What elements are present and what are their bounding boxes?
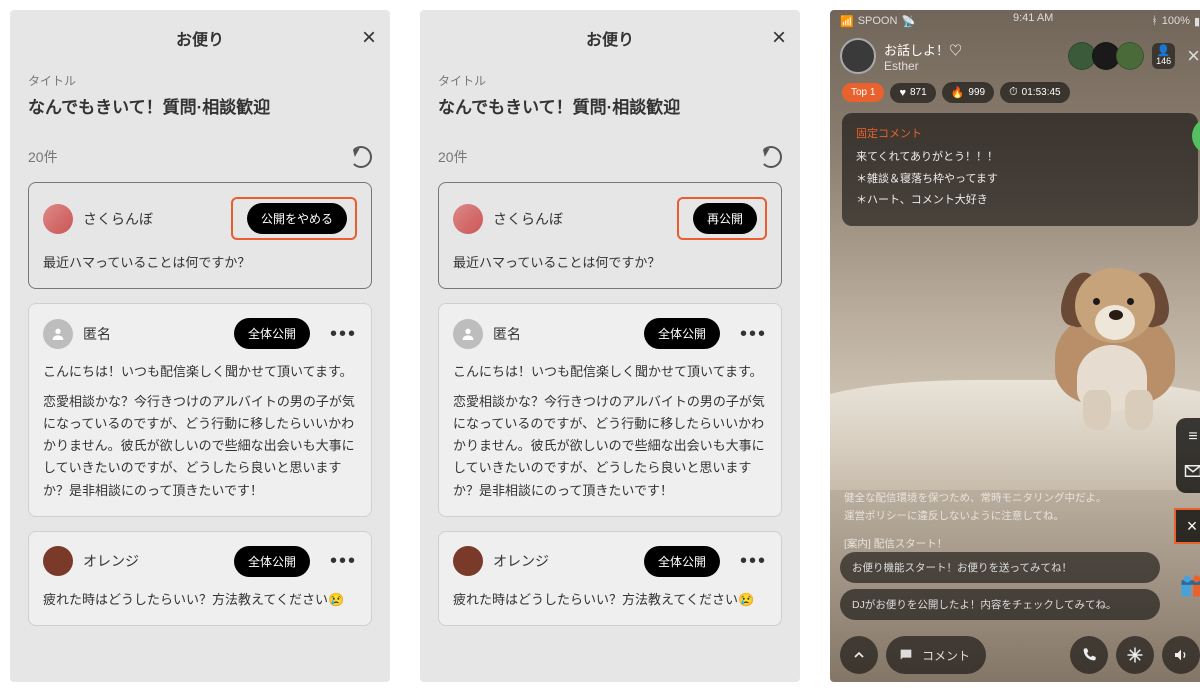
dj-name: Esther: [884, 59, 1064, 73]
sender-name: 匿名: [493, 324, 634, 344]
publish-all-button[interactable]: 全体公開: [644, 546, 720, 577]
republish-button[interactable]: 再公開: [693, 203, 757, 234]
call-button[interactable]: [1070, 636, 1108, 674]
live-stats-row: Top 1 ♥ 871 🔥 999 ⏱ 01:53:45: [830, 82, 1200, 103]
letter-card: さくらんぼ 再公開 最近ハマっていることは何ですか？: [438, 182, 782, 289]
dj-avatar[interactable]: [840, 38, 876, 74]
side-menu: ≡: [1176, 418, 1200, 493]
status-time: 9:41 AM: [1013, 12, 1053, 30]
background-image: [830, 240, 1200, 490]
more-icon[interactable]: •••: [740, 551, 767, 571]
letter-body: こんにちは！いつも配信楽しく聞かせて頂いてます。 恋愛相談かな？今行きつけのアル…: [453, 361, 767, 502]
pinned-comment-box[interactable]: 固定コメント 来てくれてありがとう！！！ ＊雑談＆寝落ち枠やってます ＊ハート、…: [842, 113, 1198, 226]
gift-icon[interactable]: [1178, 572, 1200, 600]
chat-area: お便り機能スタート！お便りを送ってみてね！ DJがお便りを公開したよ！内容をチェ…: [840, 552, 1160, 620]
letters-header: お便り ×: [10, 10, 390, 66]
header-title: お便り: [586, 26, 634, 50]
letters-topic: なんでもきいて！質問·相談歓迎: [438, 93, 782, 118]
more-icon[interactable]: •••: [330, 551, 357, 571]
refresh-icon[interactable]: [760, 146, 782, 168]
listener-avatars[interactable]: [1072, 42, 1144, 70]
battery-pct: 100%: [1162, 15, 1190, 27]
letters-topic: なんでもきいて！質問·相談歓迎: [28, 93, 372, 118]
rank-badge[interactable]: Top 1: [842, 83, 884, 102]
letter-card: 匿名 全体公開 ••• こんにちは！いつも配信楽しく聞かせて頂いてます。 恋愛相…: [438, 303, 782, 517]
avatar: [453, 204, 483, 234]
comment-input[interactable]: コメント: [886, 636, 986, 674]
screen-letters-unpublish: お便り × タイトル なんでもきいて！質問·相談歓迎 20件 さくらんぼ 公開を…: [10, 10, 390, 682]
bluetooth-icon: ᚼ: [1151, 15, 1158, 27]
letter-body: 疲れた時はどうしたらいい？方法教えてください😢: [43, 589, 357, 611]
wifi-icon: 📡: [901, 15, 915, 28]
close-icon[interactable]: ×: [772, 26, 786, 50]
more-icon[interactable]: •••: [330, 324, 357, 344]
carrier-name: SPOON: [858, 15, 898, 27]
live-title: お話しよ！♡: [884, 40, 1064, 59]
duration-badge: ⏱ 01:53:45: [1000, 82, 1070, 103]
sender-name: オレンジ: [493, 551, 634, 571]
letter-body: 最近ハマっていることは何ですか？: [453, 252, 767, 274]
letters-count: 20件: [438, 147, 468, 167]
status-bar: 📶 SPOON 📡 9:41 AM ᚼ 100% ▮: [830, 10, 1200, 30]
close-side-button[interactable]: ×: [1174, 508, 1200, 544]
letter-card: さくらんぼ 公開をやめる 最近ハマっていることは何ですか？: [28, 182, 372, 289]
listener-count-badge[interactable]: 👤 146: [1152, 43, 1175, 69]
fire-badge[interactable]: 🔥 999: [942, 82, 994, 103]
letter-body: こんにちは！いつも配信楽しく聞かせて頂いてます。 恋愛相談かな？今行きつけのアル…: [43, 361, 357, 502]
heart-icon: ♥: [899, 87, 906, 99]
sender-name: さくらんぼ: [83, 209, 221, 229]
highlighted-action: 公開をやめる: [231, 197, 357, 240]
sender-name: 匿名: [83, 324, 224, 344]
listener-avatar: [1116, 42, 1144, 70]
signal-icon: 📶: [840, 15, 854, 28]
avatar: [43, 204, 73, 234]
mail-icon[interactable]: [1184, 464, 1200, 483]
screen-letters-republish: お便り × タイトル なんでもきいて！質問·相談歓迎 20件 さくらんぼ 再公開…: [420, 10, 800, 682]
comment-placeholder: コメント: [922, 647, 970, 664]
expand-button[interactable]: [840, 636, 878, 674]
bottom-toolbar: コメント: [830, 636, 1200, 674]
sound-button[interactable]: [1162, 636, 1200, 674]
fire-icon: 🔥: [951, 86, 965, 99]
letter-card: 匿名 全体公開 ••• こんにちは！いつも配信楽しく聞かせて頂いてます。 恋愛相…: [28, 303, 372, 517]
avatar: [453, 319, 483, 349]
letter-card: オレンジ 全体公開 ••• 疲れた時はどうしたらいい？方法教えてください😢: [28, 531, 372, 626]
menu-icon[interactable]: ≡: [1188, 428, 1197, 446]
live-header: お話しよ！♡ Esther 👤 146 ×: [830, 30, 1200, 82]
avatar: [43, 319, 73, 349]
close-icon[interactable]: ×: [1187, 43, 1200, 69]
system-notice: 健全な配信環境を保つため、常時モニタリング中だよ。 運営ポリシーに違反しないよう…: [844, 490, 1160, 554]
battery-icon: ▮: [1194, 15, 1200, 28]
clock-icon: ⏱: [1009, 86, 1018, 99]
letters-count: 20件: [28, 147, 58, 167]
pinned-label: 固定コメント: [856, 125, 1184, 141]
title-label: タイトル: [438, 72, 782, 89]
refresh-icon[interactable]: [350, 146, 372, 168]
sender-name: オレンジ: [83, 551, 224, 571]
letter-body: 最近ハマっていることは何ですか？: [43, 252, 357, 274]
more-icon[interactable]: •••: [740, 324, 767, 344]
freeze-button[interactable]: [1116, 636, 1154, 674]
highlighted-action: 再公開: [677, 197, 767, 240]
sender-name: さくらんぼ: [493, 209, 667, 229]
header-title: お便り: [176, 26, 224, 50]
avatar: [453, 546, 483, 576]
close-icon[interactable]: ×: [362, 26, 376, 50]
chat-bubble[interactable]: お便り機能スタート！お便りを送ってみてね！: [840, 552, 1160, 583]
publish-all-button[interactable]: 全体公開: [234, 318, 310, 349]
hearts-badge[interactable]: ♥ 871: [890, 83, 935, 103]
avatar: [43, 546, 73, 576]
publish-all-button[interactable]: 全体公開: [234, 546, 310, 577]
letter-card: オレンジ 全体公開 ••• 疲れた時はどうしたらいい？方法教えてください😢: [438, 531, 782, 626]
title-label: タイトル: [28, 72, 372, 89]
publish-all-button[interactable]: 全体公開: [644, 318, 720, 349]
chat-bubble[interactable]: DJがお便りを公開したよ！内容をチェックしてみてね。: [840, 589, 1160, 620]
screen-live-room: 📶 SPOON 📡 9:41 AM ᚼ 100% ▮ お話しよ！♡ Esther…: [830, 10, 1200, 682]
unpublish-button[interactable]: 公開をやめる: [247, 203, 347, 234]
letters-header: お便り ×: [420, 10, 800, 66]
letter-body: 疲れた時はどうしたらいい？方法教えてください😢: [453, 589, 767, 611]
